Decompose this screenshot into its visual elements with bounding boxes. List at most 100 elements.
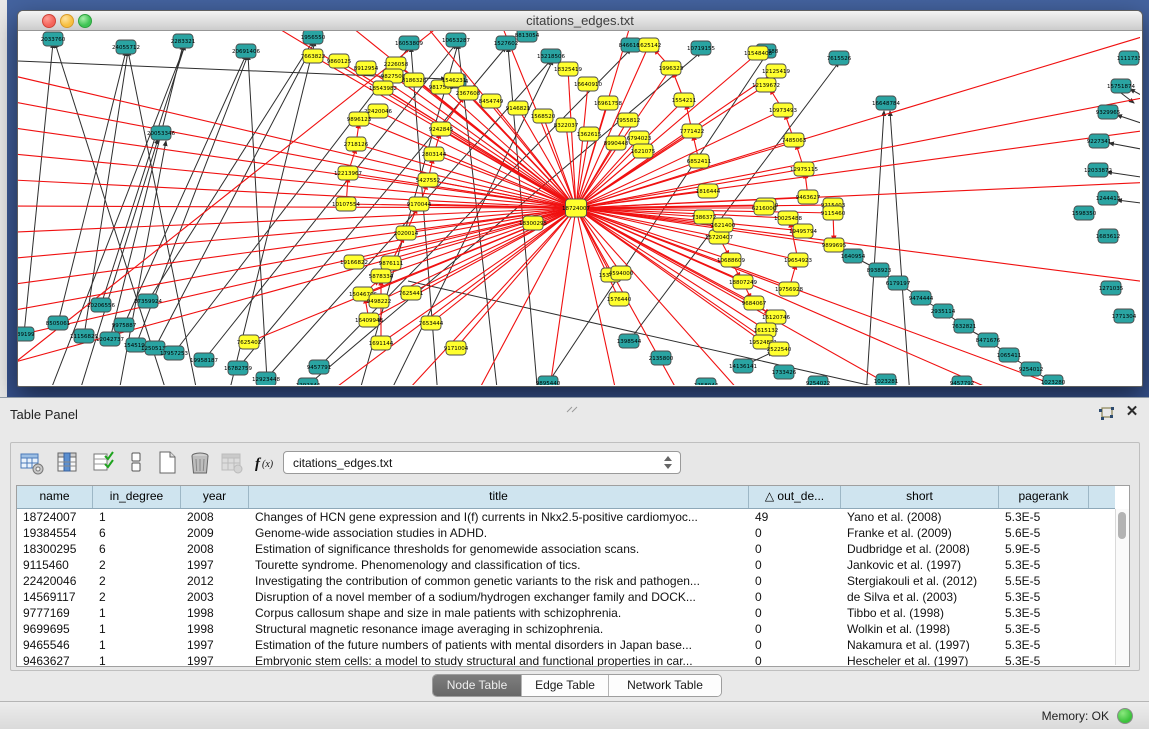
trash-button[interactable] xyxy=(185,448,215,478)
graph-node[interactable]: 14136141 xyxy=(729,359,757,373)
graph-node[interactable]: 9498222 xyxy=(367,294,392,308)
graph-node[interactable]: 12923448 xyxy=(252,372,280,385)
graph-node[interactable]: 9254022 xyxy=(806,376,831,385)
table-row[interactable]: 1456911722003Disruption of a novel membe… xyxy=(17,589,1115,605)
graph-node[interactable]: 9463627 xyxy=(796,190,821,204)
table-row[interactable]: 1830029562008Estimation of significance … xyxy=(17,541,1115,557)
graph-node[interactable]: 18325419 xyxy=(554,62,582,76)
graph-node[interactable]: 10653287 xyxy=(442,33,470,47)
table-options-button[interactable] xyxy=(17,448,47,478)
graph-node[interactable]: 6179197 xyxy=(886,276,911,290)
graph-node[interactable]: 1398544 xyxy=(617,334,642,348)
column-header-title[interactable]: title xyxy=(249,486,749,508)
graph-node[interactable]: 16409948 xyxy=(355,313,383,327)
delete-table-button[interactable] xyxy=(217,448,247,478)
graph-node[interactable]: 1733426 xyxy=(772,365,797,379)
graph-node[interactable]: 1956550 xyxy=(301,31,326,44)
graph-node[interactable]: 1023280 xyxy=(1041,375,1066,385)
graph-node[interactable]: 9876111 xyxy=(379,256,404,270)
function-builder-button[interactable]: f (x) xyxy=(251,448,281,478)
graph-node[interactable]: 1996323 xyxy=(659,61,684,75)
float-panel-button[interactable] xyxy=(1098,406,1116,422)
graph-node[interactable]: 2935114 xyxy=(931,304,956,318)
graph-node[interactable]: 9171004 xyxy=(444,341,469,355)
graph-node[interactable]: 10719155 xyxy=(687,41,715,55)
graph-node[interactable]: 7955812 xyxy=(616,113,641,127)
tab-edge-table[interactable]: Edge Table xyxy=(521,675,608,696)
graph-node[interactable]: 2283321 xyxy=(171,34,196,48)
graph-node[interactable]: 18300295 xyxy=(519,216,547,230)
graph-node[interactable]: 2020014 xyxy=(394,226,419,240)
graph-node[interactable]: 8912954 xyxy=(354,61,379,75)
graph-node[interactable]: 18543982 xyxy=(369,81,397,95)
graph-node[interactable]: 2367608 xyxy=(456,86,481,100)
graph-node[interactable]: 20053346 xyxy=(147,126,175,140)
graph-node[interactable]: 16648784 xyxy=(872,96,900,110)
column-header-short[interactable]: short xyxy=(841,486,999,508)
graph-node[interactable]: 1065411 xyxy=(997,348,1022,362)
graph-node[interactable]: 1576440 xyxy=(607,292,632,306)
graph-node[interactable]: 1621400 xyxy=(711,218,736,232)
graph-node[interactable]: 17359924 xyxy=(134,294,162,308)
graph-node[interactable]: 8505061 xyxy=(46,316,71,330)
graph-node[interactable]: 9474444 xyxy=(909,291,934,305)
graph-node[interactable]: 1621075 xyxy=(631,144,656,158)
table-row[interactable]: 2242004622012Investigating the contribut… xyxy=(17,573,1115,589)
graph-node[interactable]: 12125419 xyxy=(762,64,790,78)
graph-node[interactable]: 19756928 xyxy=(775,282,803,296)
graph-hub-node[interactable]: 18724007 xyxy=(562,199,590,217)
table-selector-dropdown[interactable]: citations_edges.txt xyxy=(283,451,681,474)
graph-node[interactable]: 18807249 xyxy=(729,275,757,289)
graph-node[interactable]: 8186328 xyxy=(402,73,427,87)
table-row[interactable]: 969969511998Structural magnetic resonanc… xyxy=(17,621,1115,637)
graph-node[interactable]: 7615526 xyxy=(827,51,852,65)
graph-node[interactable]: 9899695 xyxy=(822,238,847,252)
graph-node[interactable]: 5878334 xyxy=(369,269,394,283)
graph-node[interactable]: 16782759 xyxy=(224,361,252,375)
graph-node[interactable]: 9146821 xyxy=(506,101,531,115)
graph-node[interactable]: 7663822 xyxy=(301,49,326,63)
graph-node[interactable]: 4594000 xyxy=(609,266,634,280)
tab-network-table[interactable]: Network Table xyxy=(608,675,721,696)
graph-node[interactable]: 1691144 xyxy=(369,336,394,350)
graph-node[interactable]: 1023281 xyxy=(874,374,899,385)
graph-node[interactable]: 9896123 xyxy=(347,112,372,126)
graph-node[interactable]: 5427552 xyxy=(416,173,441,187)
graph-node[interactable]: 939199 xyxy=(18,327,35,341)
table-row[interactable]: 946362711997Embryonic stem cells: a mode… xyxy=(17,653,1115,667)
graph-node[interactable]: 12139672 xyxy=(752,78,780,92)
table-row[interactable]: 1872400712008Changes of HCN gene express… xyxy=(17,509,1115,525)
graph-node[interactable]: 9227341 xyxy=(1087,134,1112,148)
table-row[interactable]: 911546021997Tourette syndrome. Phenomeno… xyxy=(17,557,1115,573)
graph-node[interactable]: 6216000 xyxy=(752,201,777,215)
graph-node[interactable]: 12975115 xyxy=(790,162,818,176)
select-rows-button[interactable] xyxy=(89,448,119,478)
graph-node[interactable]: 1568520 xyxy=(531,109,556,123)
table-row[interactable]: 946554611997Estimation of the future num… xyxy=(17,637,1115,653)
graph-node[interactable]: 12213967 xyxy=(334,166,362,180)
graph-node[interactable]: 6852411 xyxy=(687,154,712,168)
graph-node[interactable]: 9254012 xyxy=(1019,362,1044,376)
graph-node[interactable]: 8813054 xyxy=(515,31,540,42)
graph-node[interactable]: 1111733 xyxy=(1117,51,1140,65)
graph-node[interactable]: 16961758 xyxy=(594,96,622,110)
graph-node[interactable]: 1816444 xyxy=(696,184,721,198)
graph-node[interactable]: 7771422 xyxy=(680,124,705,138)
table-row[interactable]: 977716911998Corpus callosum shape and si… xyxy=(17,605,1115,621)
column-header-name[interactable]: name xyxy=(17,486,93,508)
graph-node[interactable]: 13218506 xyxy=(537,49,565,63)
tab-node-table[interactable]: Node Table xyxy=(433,675,521,696)
graph-node[interactable]: 19958187 xyxy=(190,353,218,367)
graph-node[interactable]: 8322037 xyxy=(554,118,579,132)
graph-node[interactable]: 1598350 xyxy=(1072,206,1097,220)
graph-node[interactable]: 20691406 xyxy=(232,44,260,58)
vertical-scrollbar[interactable] xyxy=(1115,509,1129,665)
show-column-button[interactable] xyxy=(53,448,83,478)
table-mode-button[interactable] xyxy=(121,448,151,478)
column-header-out_degree[interactable]: △ out_de... xyxy=(749,486,841,508)
graph-node[interactable]: 1362615 xyxy=(577,127,602,141)
graph-node[interactable]: 1546231 xyxy=(442,73,467,87)
graph-node[interactable]: 9860125 xyxy=(327,54,352,68)
graph-node[interactable]: 11548408 xyxy=(744,46,772,60)
column-header-pagerank[interactable]: pagerank xyxy=(999,486,1089,508)
